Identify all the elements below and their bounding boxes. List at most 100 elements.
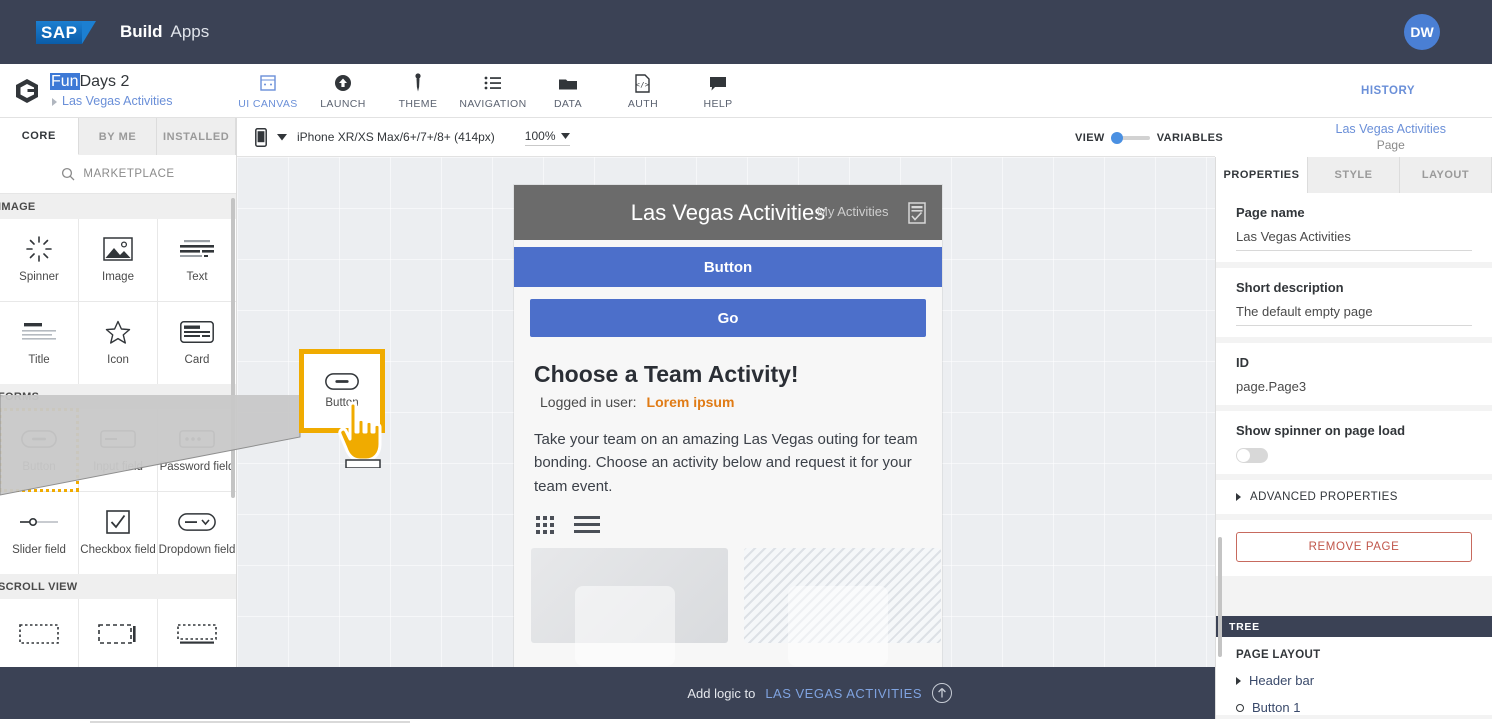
tree-item-button-1-label: Button 1 [1252,700,1301,715]
zoom-chevron-down-icon [560,132,570,139]
phone-icon [255,127,267,147]
tab-by-me[interactable]: BY ME [79,118,158,155]
selected-page-type: Page [1376,137,1405,152]
page-name-field: Page name Las Vegas Activities [1216,193,1492,262]
component-button[interactable]: Button [0,408,79,492]
tab-data-label: DATA [553,98,582,110]
app-root: SAP Build Apps DW FunDays 2 Las Vegas Ac… [0,0,1492,727]
image-icon [103,235,133,263]
tab-theme[interactable]: THEME [380,71,455,110]
component-title[interactable]: Title [0,302,78,384]
tab-ui-canvas[interactable]: UI CANVAS [230,71,305,110]
grid-view-icon[interactable] [536,515,554,534]
title-icon [22,318,56,346]
tab-core[interactable]: CORE [0,118,79,155]
preview-card-1[interactable] [531,547,728,666]
tree-item-header-bar[interactable]: Header bar [1236,673,1492,688]
tab-auth-label: AUTH [627,98,659,110]
tab-installed[interactable]: INSTALLED [157,118,236,155]
tab-style[interactable]: STYLE [1308,157,1400,193]
properties-panel: PROPERTIES STYLE LAYOUT Page name Las Ve… [1215,157,1492,727]
avatar[interactable]: DW [1404,14,1440,50]
component-card-label: Card [184,354,210,367]
component-card[interactable]: Card [158,302,236,384]
tab-launch[interactable]: LAUNCH [305,71,380,110]
component-icon[interactable]: Icon [79,302,157,384]
component-input-field[interactable]: Input field [79,409,157,491]
list-view-icon[interactable] [574,515,600,534]
phone-preview[interactable]: Las Vegas Activities My Activities Butto… [514,185,942,667]
preview-card-row [531,547,942,666]
sap-logo[interactable]: SAP [36,17,98,47]
button-icon [325,373,359,390]
component-checkbox-field[interactable]: Checkbox field [79,492,157,574]
short-description-input[interactable]: The default empty page [1236,304,1472,326]
device-select-chevron-down-icon[interactable] [277,133,287,141]
selected-page-label: Las Vegas Activities Page [1336,122,1446,153]
view-variables-toggle[interactable]: VIEW VARIABLES [1075,131,1223,144]
checklist-icon[interactable] [908,202,926,224]
component-library-panel: CORE BY ME INSTALLED MARKETPLACE IMAGE S… [0,118,237,667]
preview-logged-in-value: Lorem ipsum [646,394,735,410]
advanced-properties-accordion[interactable]: ADVANCED PROPERTIES [1216,480,1492,514]
breadcrumb-page-link[interactable]: Las Vegas Activities [50,94,172,108]
right-panel-scrollbar[interactable] [1218,537,1222,657]
page-id-label: ID [1236,355,1249,370]
tab-layout[interactable]: LAYOUT [1400,157,1492,193]
show-spinner-toggle[interactable] [1236,448,1268,463]
tab-properties[interactable]: PROPERTIES [1216,157,1308,193]
section-scrollview-header: SCROLL VIEW [0,574,236,599]
component-password-field[interactable]: Password field [158,409,236,491]
data-icon [558,73,578,93]
component-scroll-view[interactable] [0,599,78,667]
component-slider-field[interactable]: Slider field [0,492,78,574]
add-logic-target[interactable]: LAS VEGAS ACTIVITIES [765,686,922,701]
component-scroll-view-horizontal[interactable] [158,599,236,667]
tab-navigation[interactable]: NAVIGATION [455,71,530,110]
left-panel-scrollbar[interactable] [231,198,235,498]
component-slider-field-label: Slider field [12,544,66,557]
component-scroll-view-vertical[interactable] [79,599,157,667]
component-checkbox-field-label: Checkbox field [80,544,156,557]
component-text[interactable]: Text [158,219,236,301]
canvas-toolbar: iPhone XR/XS Max/6+/7+/8+ (414px) 100% [237,118,1215,157]
component-dropdown-field[interactable]: Dropdown field [158,492,236,574]
preview-card-2[interactable] [744,547,941,666]
preview-button-go[interactable]: Go [530,299,926,337]
zoom-select[interactable]: 100% [524,129,570,146]
tab-auth[interactable]: </> AUTH [605,71,680,110]
preview-logged-in-label: Logged in user: [540,394,637,410]
remove-page-button[interactable]: REMOVE PAGE [1236,532,1472,562]
auth-icon: </> [635,73,651,93]
preview-heading: Choose a Team Activity! [534,361,799,387]
brand-build-label: Build [120,22,163,41]
input-field-icon [100,425,136,453]
launch-icon [334,73,352,93]
view-variables-switch[interactable] [1110,131,1150,144]
view-variables-knob [1110,131,1123,144]
tab-data[interactable]: DATA [530,71,605,110]
preview-button-primary[interactable]: Button [514,247,942,287]
short-description-field: Short description The default empty page [1216,268,1492,337]
section-forms-header: FORMS [0,384,236,409]
page-name-input[interactable]: Las Vegas Activities [1236,229,1472,251]
component-image-label: Image [102,271,134,284]
component-spinner[interactable]: Spinner [0,219,78,301]
view-variables-bar: VIEW VARIABLES Las Vegas Activities Page [1075,118,1492,157]
preview-header-bar[interactable]: Las Vegas Activities My Activities [514,185,942,240]
preview-logged-in-row: Logged in user: Lorem ipsum [540,394,942,410]
device-select-value[interactable]: iPhone XR/XS Max/6+/7+/8+ (414px) [297,130,495,144]
app-logo-icon[interactable] [10,74,44,108]
tab-help[interactable]: HELP [680,71,755,110]
tree-item-button-1[interactable]: Button 1 [1236,700,1492,715]
top-bar: SAP Build Apps DW [0,0,1492,64]
project-title[interactable]: FunDays 2 [50,72,172,91]
project-title-rest: Days 2 [79,72,130,90]
arrow-up-circle-icon[interactable] [932,683,952,703]
marketplace-search[interactable]: MARKETPLACE [0,155,236,194]
component-image[interactable]: Image [79,219,157,301]
button-icon [21,425,57,453]
star-icon [105,318,131,346]
sap-logo-text: SAP [36,20,83,44]
history-link[interactable]: HISTORY [1361,85,1415,97]
